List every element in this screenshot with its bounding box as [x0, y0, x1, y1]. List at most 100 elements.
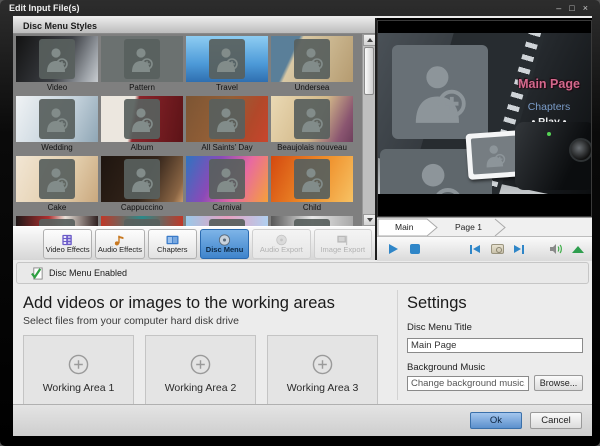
style-thumbnail-carnival[interactable]: Carnival [186, 156, 268, 214]
play-icon [389, 244, 398, 254]
scroll-down-icon[interactable] [363, 214, 375, 226]
toolbar-button-chapters[interactable]: Chapters [148, 229, 197, 259]
minimize-icon[interactable]: – [556, 4, 561, 13]
playback-controls [377, 236, 592, 261]
style-thumbnail-cappuccino[interactable]: Cappuccino [101, 156, 183, 214]
style-thumbnail[interactable] [271, 216, 353, 226]
cancel-button[interactable]: Cancel [530, 412, 582, 429]
style-thumbnail-label: All Saints' Day [186, 142, 268, 154]
style-thumbnail-image [101, 36, 183, 82]
person-placeholder [39, 99, 75, 139]
dialog-body: Disc Menu Styles Video Pattern Travel [13, 16, 592, 436]
volume-button[interactable] [567, 240, 589, 259]
style-thumbnail-cake[interactable]: Cake [16, 156, 98, 214]
style-thumbnail-label: Carnival [186, 202, 268, 214]
person-placeholder-icon [45, 106, 69, 132]
volume-icon [572, 246, 584, 253]
settings-heading: Settings [407, 294, 586, 313]
disc-menu-title-input[interactable] [407, 338, 583, 353]
close-icon[interactable]: × [583, 4, 588, 13]
person-placeholder-icon [300, 166, 324, 192]
person-placeholder [294, 219, 330, 226]
working-areas-heading: Add videos or images to the working area… [23, 294, 389, 313]
disc-menu-enabled-icon [31, 267, 44, 280]
dialog-footer: Ok Cancel [13, 404, 592, 436]
style-thumbnail-label: Wedding [16, 142, 98, 154]
person-placeholder-icon [411, 55, 469, 128]
style-thumbnail-label: Cake [16, 202, 98, 214]
add-icon [190, 354, 211, 375]
skip-back-button[interactable] [464, 240, 486, 259]
style-thumbnail-image [186, 216, 268, 226]
toolbar-button-label: Disc Menu [206, 246, 244, 254]
maximize-icon[interactable]: □ [569, 4, 574, 13]
snapshot-icon [491, 244, 504, 254]
style-thumbnail-all-saints-day[interactable]: All Saints' Day [186, 96, 268, 154]
breadcrumb-tab-main[interactable]: Main [395, 218, 413, 237]
person-placeholder-icon [483, 141, 507, 168]
working-areas-subheading: Select files from your computer hard dis… [23, 315, 389, 327]
style-thumbnail-label: Undersea [271, 82, 353, 94]
styles-scrollbar[interactable] [362, 34, 375, 226]
working-area-label: Working Area 3 [287, 382, 359, 394]
style-thumbnail-image [101, 216, 183, 226]
style-thumbnail[interactable] [101, 216, 183, 226]
person-placeholder [124, 159, 160, 199]
person-placeholder-icon [215, 46, 239, 72]
style-thumbnail-wedding[interactable]: Wedding [16, 96, 98, 154]
toolbar-button-video-effects[interactable]: Video Effects [43, 229, 92, 259]
style-thumbnail-undersea[interactable]: Undersea [271, 36, 353, 94]
style-thumbnail-album[interactable]: Album [101, 96, 183, 154]
background-music-input[interactable] [407, 376, 529, 391]
preview-chapters-link[interactable]: Chapters [511, 101, 587, 113]
style-thumbnail-beaujolais-nouveau[interactable]: Beaujolais nouveau [271, 96, 353, 154]
ok-button[interactable]: Ok [470, 412, 522, 429]
person-placeholder-icon [300, 106, 324, 132]
camcorder-lens [569, 138, 591, 162]
person-placeholder-icon [130, 166, 154, 192]
add-icon [312, 354, 333, 375]
style-thumbnail-travel[interactable]: Travel [186, 36, 268, 94]
scrollbar-thumb[interactable] [364, 47, 374, 95]
working-area-3[interactable]: Working Area 3 [267, 335, 378, 412]
mode-toolbar: Video Effects Audio Effects Chapters Dis… [13, 226, 375, 260]
skip-forward-button[interactable] [508, 240, 530, 259]
toolbar-button-label: Audio Export [260, 246, 303, 254]
person-placeholder [124, 39, 160, 79]
stop-button[interactable] [404, 240, 426, 259]
speaker-button[interactable] [545, 240, 567, 259]
style-thumbnail-pattern[interactable]: Pattern [101, 36, 183, 94]
toolbar-button-label: Image Export [320, 246, 365, 254]
add-icon [68, 354, 89, 375]
working-area-1[interactable]: Working Area 1 [23, 335, 134, 412]
person-placeholder-icon [215, 166, 239, 192]
camcorder-screen [471, 135, 519, 174]
toolbar-button-audio-effects[interactable]: Audio Effects [95, 229, 144, 259]
style-thumbnail-label: Pattern [101, 82, 183, 94]
toolbar-button-label: Video Effects [46, 246, 90, 254]
skip-back-icon [470, 245, 480, 254]
disc-menu-preview: Main Page Chapters • Play • [377, 20, 592, 217]
style-thumbnail-image [16, 36, 98, 82]
play-button[interactable] [382, 240, 404, 259]
disc-menu-styles-header: Disc Menu Styles [13, 18, 375, 34]
snapshot-button [486, 240, 508, 259]
browse-button[interactable]: Browse... [534, 375, 583, 391]
working-area-2[interactable]: Working Area 2 [145, 335, 256, 412]
style-thumbnail-child[interactable]: Child [271, 156, 353, 214]
style-thumbnail-video[interactable]: Video [16, 36, 98, 94]
style-thumbnail[interactable] [16, 216, 98, 226]
breadcrumb-tab-page1[interactable]: Page 1 [455, 218, 482, 237]
title-bar: Edit Input File(s) – □ × [0, 0, 600, 16]
style-thumbnail-image [186, 96, 268, 142]
stop-icon [410, 244, 420, 254]
style-thumbnail[interactable] [186, 216, 268, 226]
disc-menu-enabled-toggle[interactable]: Disc Menu Enabled [16, 262, 589, 284]
person-placeholder-icon [300, 46, 324, 72]
style-thumbnail-image [101, 96, 183, 142]
person-placeholder-icon [130, 46, 154, 72]
scroll-up-icon[interactable] [363, 34, 375, 46]
dialog-edit-input-files: Edit Input File(s) – □ × Disc Menu Style… [0, 0, 600, 446]
style-thumbnail-image [186, 156, 268, 202]
toolbar-button-disc-menu[interactable]: Disc Menu [200, 229, 249, 259]
